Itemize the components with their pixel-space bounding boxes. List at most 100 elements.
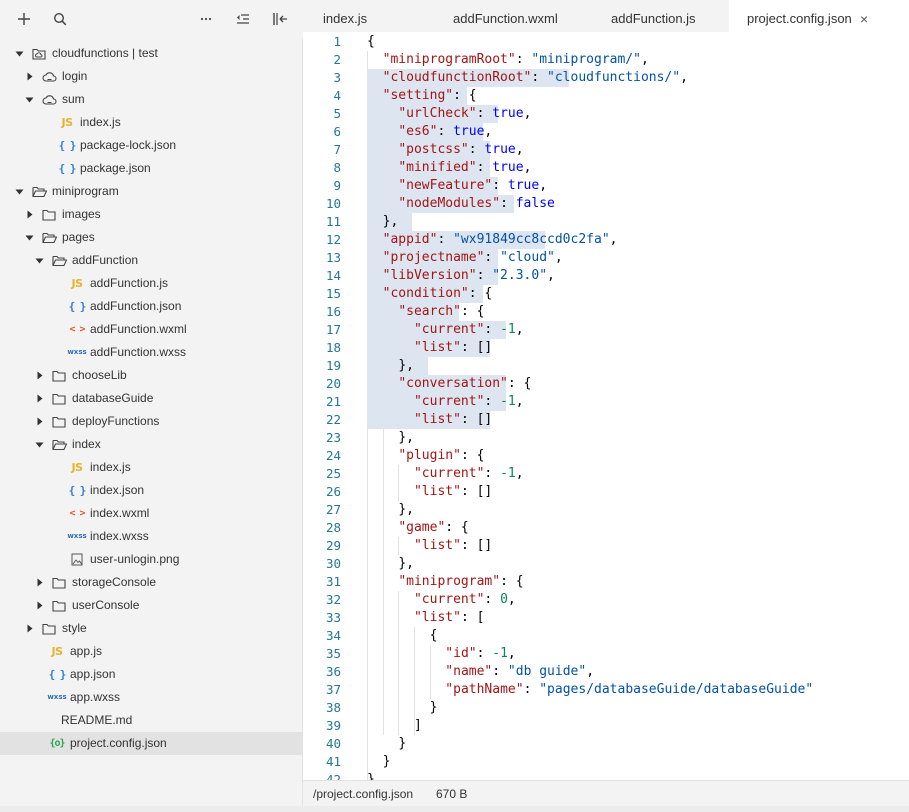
code-token: -1 xyxy=(500,466,516,481)
outline-icon[interactable] xyxy=(232,8,254,30)
code-token: "es6" xyxy=(398,124,438,139)
code-token: true xyxy=(507,178,540,193)
tree-item-label: addFunction.json xyxy=(90,299,182,313)
collapse-panel-icon[interactable] xyxy=(269,8,291,30)
js-icon: JS xyxy=(68,456,86,479)
chevron-right-icon[interactable] xyxy=(34,364,44,387)
code-token: : [] xyxy=(460,538,493,553)
chevron-down-icon[interactable] xyxy=(14,42,24,65)
code-text: "minified": true, xyxy=(367,159,531,177)
tree-item-cloudfunctions-test[interactable]: cloudfunctions | test xyxy=(0,42,302,65)
line-number: 13 xyxy=(325,250,341,265)
tree-item-style[interactable]: style xyxy=(0,617,302,640)
code-token: "cloudfunctionRoot" xyxy=(382,70,532,85)
tree-item-index-json[interactable]: { } index.json xyxy=(0,479,302,502)
code-token: "miniprogram/" xyxy=(531,52,641,67)
add-icon[interactable] xyxy=(13,8,35,30)
tree-item-images[interactable]: images xyxy=(0,203,302,226)
chevron-down-icon[interactable] xyxy=(34,433,44,456)
wxss-icon: wxss xyxy=(47,686,66,709)
code-token: , xyxy=(507,592,516,607)
tree-item-app-json[interactable]: { } app.json xyxy=(0,663,302,686)
code-token: : { xyxy=(453,88,477,103)
code-line: 19}, xyxy=(303,357,909,375)
chevron-right-icon[interactable] xyxy=(24,203,34,226)
tree-item-deployfunctions[interactable]: deployFunctions xyxy=(0,410,302,433)
chevron-down-icon[interactable] xyxy=(34,249,44,272)
tree-item-index-wxss[interactable]: wxss index.wxss xyxy=(0,525,302,548)
code-token: : xyxy=(484,592,501,607)
tree-item-label: style xyxy=(62,621,87,635)
tree-item-userconsole[interactable]: userConsole xyxy=(0,594,302,617)
code-token: 0 xyxy=(500,592,508,607)
code-token: , xyxy=(640,52,649,67)
tree-item-user-unlogin-png[interactable]: user-unlogin.png xyxy=(0,548,302,571)
tree-item-label: app.js xyxy=(70,644,103,658)
code-editor[interactable]: 1{2 "miniprogramRoot": "miniprogram/", 3 "c… xyxy=(303,32,909,780)
tree-item-package-lock-json[interactable]: { } package-lock.json xyxy=(0,134,302,157)
code-token: , xyxy=(539,178,548,193)
tab-label: addFunction.js xyxy=(611,11,696,26)
code-token: : xyxy=(476,106,493,121)
tree-item-app-js[interactable]: JS app.js xyxy=(0,640,302,663)
code-text: } xyxy=(367,753,391,771)
chevron-right-icon[interactable] xyxy=(34,410,44,433)
tree-item-project-config-json[interactable]: {o} project.config.json xyxy=(0,732,302,755)
code-text: "current": -1, xyxy=(367,321,524,339)
code-token: }, xyxy=(398,358,414,373)
tree-item-label: images xyxy=(62,207,101,221)
folder-open-icon xyxy=(30,180,48,203)
tree-item-addfunction-js[interactable]: JS addFunction.js xyxy=(0,272,302,295)
code-token: , xyxy=(523,106,532,121)
code-token: "cloud" xyxy=(500,250,555,265)
wxss-icon: wxss xyxy=(67,341,86,364)
tree-item-label: README.md xyxy=(61,713,133,727)
status-file-path: /project.config.json xyxy=(313,787,414,801)
code-line: 36 "name": "db guide", xyxy=(303,663,909,681)
code-token: "pages/databaseGuide/databaseGuide" xyxy=(539,682,814,697)
tree-item-databaseguide[interactable]: databaseGuide xyxy=(0,387,302,410)
tree-item-readme-md[interactable]: README.md xyxy=(0,709,302,732)
code-token: , xyxy=(515,394,524,409)
code-token: } xyxy=(429,700,438,715)
tree-item-index[interactable]: index xyxy=(0,433,302,456)
more-icon[interactable] xyxy=(195,8,217,30)
chevron-down-icon[interactable] xyxy=(14,180,24,203)
search-icon[interactable] xyxy=(49,8,71,30)
chevron-right-icon[interactable] xyxy=(24,65,34,88)
code-token: , xyxy=(484,124,493,139)
code-token: : xyxy=(492,178,508,193)
tree-item-login[interactable]: login xyxy=(0,65,302,88)
json-icon: { } xyxy=(58,134,77,157)
code-text: } xyxy=(367,735,406,753)
code-token: , xyxy=(515,322,524,337)
code-token: "libVersion" xyxy=(382,268,477,283)
chevron-right-icon[interactable] xyxy=(34,594,44,617)
tree-item-index-js[interactable]: JS index.js xyxy=(0,456,302,479)
code-text: "miniprogramRoot": "miniprogram/", xyxy=(367,51,649,69)
chevron-right-icon[interactable] xyxy=(34,387,44,410)
line-number: 15 xyxy=(325,286,341,301)
chevron-right-icon[interactable] xyxy=(34,571,44,594)
code-token: "condition" xyxy=(382,286,469,301)
tree-item-miniprogram[interactable]: miniprogram xyxy=(0,180,302,203)
image-file-icon xyxy=(68,548,86,571)
tree-item-addfunction-wxss[interactable]: wxss addFunction.wxss xyxy=(0,341,302,364)
js-icon: JS xyxy=(68,272,86,295)
tree-item-pages[interactable]: pages xyxy=(0,226,302,249)
tree-item-package-json[interactable]: { } package.json xyxy=(0,157,302,180)
tree-item-label: miniprogram xyxy=(52,184,119,198)
tree-item-storageconsole[interactable]: storageConsole xyxy=(0,571,302,594)
tree-item-addfunction-json[interactable]: { } addFunction.json xyxy=(0,295,302,318)
tree-item-addfunction-wxml[interactable]: < > addFunction.wxml xyxy=(0,318,302,341)
tree-item-app-wxss[interactable]: wxss app.wxss xyxy=(0,686,302,709)
chevron-right-icon[interactable] xyxy=(24,617,34,640)
code-text: "search": { xyxy=(367,303,484,321)
chevron-down-icon[interactable] xyxy=(24,226,34,249)
chevron-down-icon[interactable] xyxy=(24,88,34,111)
tree-item-sum[interactable]: sum xyxy=(0,88,302,111)
tree-item-index-js[interactable]: JS index.js xyxy=(0,111,302,134)
tree-item-addfunction[interactable]: addFunction xyxy=(0,249,302,272)
tree-item-index-wxml[interactable]: < > index.wxml xyxy=(0,502,302,525)
tree-item-chooselib[interactable]: chooseLib xyxy=(0,364,302,387)
